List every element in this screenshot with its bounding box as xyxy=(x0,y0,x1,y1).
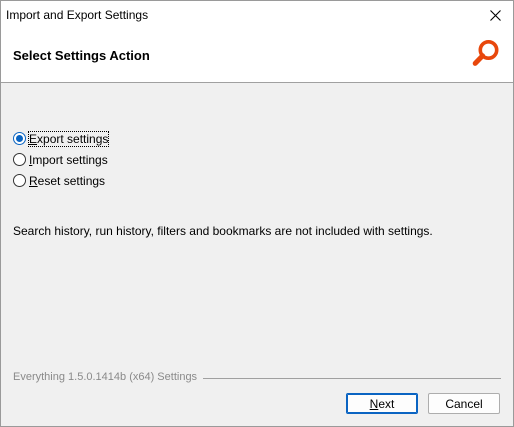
radio-button-import[interactable] xyxy=(13,153,26,166)
radio-button-reset[interactable] xyxy=(13,174,26,187)
radio-export-settings[interactable]: Export settings xyxy=(13,128,110,149)
page-title: Select Settings Action xyxy=(13,48,150,63)
radio-button-export[interactable] xyxy=(13,132,26,145)
radio-label-reset[interactable]: Reset settings xyxy=(29,174,105,188)
header-panel: Select Settings Action xyxy=(1,29,513,83)
settings-note-text: Search history, run history, filters and… xyxy=(13,224,433,238)
next-button[interactable]: Next xyxy=(346,393,418,414)
close-button[interactable] xyxy=(477,1,513,29)
version-label: Everything 1.5.0.1414b (x64) Settings xyxy=(13,371,204,383)
everything-search-icon xyxy=(472,40,499,66)
dialog-window: Import and Export Settings Select Settin… xyxy=(0,0,514,427)
close-icon xyxy=(489,9,501,21)
title-bar[interactable]: Import and Export Settings xyxy=(1,1,513,29)
window-title: Import and Export Settings xyxy=(6,8,149,22)
settings-action-radio-group: Export settings Import settings Reset se… xyxy=(13,128,110,191)
radio-reset-settings[interactable]: Reset settings xyxy=(13,170,108,191)
radio-label-import[interactable]: Import settings xyxy=(29,153,108,167)
cancel-button[interactable]: Cancel xyxy=(428,393,500,414)
radio-import-settings[interactable]: Import settings xyxy=(13,149,108,170)
radio-label-export[interactable]: Export settings xyxy=(27,130,110,147)
